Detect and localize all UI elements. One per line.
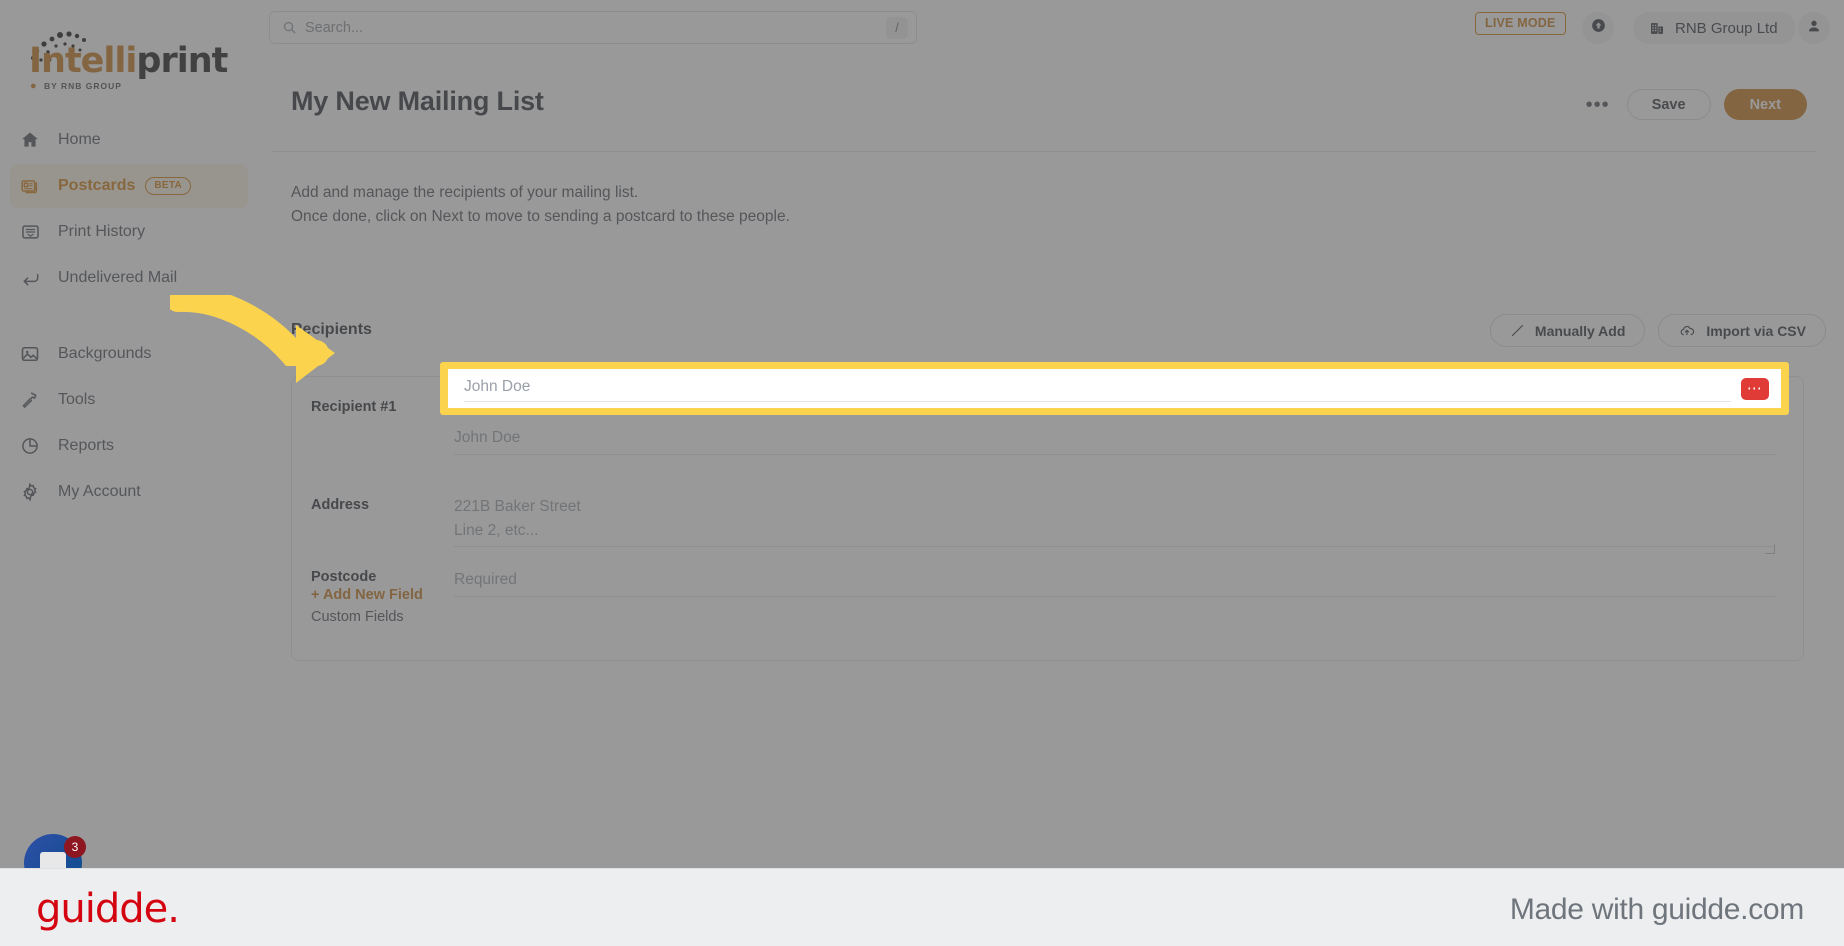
search-box[interactable]: /	[269, 11, 917, 44]
guidde-highlight-frame: ⋯	[440, 362, 1789, 415]
building-icon	[1649, 20, 1665, 37]
arrow-up-circle-icon	[1590, 17, 1607, 39]
recipient-card: Recipient #1 Address	[291, 376, 1804, 661]
sidebar-item-label: Postcards	[58, 177, 136, 194]
user-icon	[1806, 18, 1822, 39]
pencil-icon	[1510, 323, 1525, 338]
guidde-arrow-icon	[170, 295, 335, 383]
textarea-resize-handle[interactable]	[1765, 544, 1775, 554]
chat-icon	[40, 852, 66, 868]
logo-intelli-text: Intelli	[29, 41, 137, 81]
organization-name: RNB Group Ltd	[1675, 19, 1778, 37]
location-pin-icon: ●	[30, 80, 37, 92]
sidebar-item-my-account[interactable]: My Account	[10, 470, 248, 514]
user-avatar-button[interactable]	[1798, 12, 1830, 44]
recipient-postcode-input[interactable]	[454, 567, 1775, 597]
application-root: Intelliprint ● BY RNB GROUP Home Postcar…	[0, 0, 1844, 868]
top-bar: / LIVE MODE RNB Group Ltd	[258, 0, 1844, 56]
pie-chart-icon	[20, 436, 54, 456]
sidebar-item-label: Undelivered Mail	[58, 269, 178, 286]
guidde-logo: guidde.	[36, 886, 180, 932]
cloud-upload-icon	[1678, 323, 1696, 339]
sidebar-item-label: Tools	[58, 391, 96, 408]
sidebar-item-label: Backgrounds	[58, 345, 152, 362]
organization-selector[interactable]: RNB Group Ltd	[1633, 12, 1796, 44]
recipient-address-textarea[interactable]	[454, 495, 1775, 547]
sidebar: Intelliprint ● BY RNB GROUP Home Postcar…	[0, 0, 258, 868]
sidebar-item-undelivered-mail[interactable]: Undelivered Mail	[10, 256, 248, 300]
recipients-header: Recipients Manually Add Import via CSV	[291, 314, 1834, 355]
page-actions: ••• Save Next	[1582, 89, 1807, 120]
postcode-label: Postcode	[311, 569, 377, 585]
add-new-field-button[interactable]: + Add New Field	[311, 587, 423, 603]
made-with-guidde-text: Made with guidde.com	[1509, 893, 1804, 926]
next-button[interactable]: Next	[1723, 89, 1807, 120]
main-content: My New Mailing List ••• Save Next Add an…	[258, 56, 1844, 868]
gear-icon	[20, 482, 54, 502]
logo-wordmark: Intelliprint	[29, 41, 228, 81]
recipient-name-input-highlighted[interactable]	[464, 375, 1731, 402]
logo-subtitle: BY RNB GROUP	[44, 81, 122, 91]
page-header: My New Mailing List ••• Save Next	[271, 56, 1817, 152]
hammer-icon	[20, 390, 54, 410]
postcard-icon	[20, 176, 54, 196]
upgrade-button[interactable]	[1582, 12, 1614, 44]
guidde-footer: guidde. Made with guidde.com	[0, 868, 1844, 946]
manually-add-button[interactable]: Manually Add	[1489, 314, 1646, 347]
sidebar-item-postcards[interactable]: Postcards BETA	[10, 164, 248, 208]
search-input[interactable]	[305, 19, 886, 36]
chat-unread-badge: 3	[64, 836, 86, 858]
highlighted-name-field[interactable]: ⋯	[448, 369, 1781, 408]
live-mode-badge: LIVE MODE	[1475, 12, 1566, 35]
search-icon	[282, 20, 297, 35]
home-icon	[20, 130, 54, 150]
password-manager-icon[interactable]: ⋯	[1741, 377, 1769, 400]
recipient-name-input[interactable]	[454, 425, 1775, 455]
logo-print-text: print	[136, 41, 228, 81]
search-shortcut-badge: /	[886, 16, 908, 39]
archive-icon	[20, 222, 54, 242]
sidebar-item-reports[interactable]: Reports	[10, 424, 248, 468]
sidebar-item-label: Reports	[58, 437, 115, 454]
sidebar-item-label: My Account	[58, 483, 141, 500]
page-description: Add and manage the recipients of your ma…	[291, 181, 790, 229]
description-line-1: Add and manage the recipients of your ma…	[291, 184, 639, 201]
sidebar-item-label: Print History	[58, 223, 146, 240]
recipients-actions: Manually Add Import via CSV	[1489, 314, 1826, 347]
more-options-button[interactable]: •••	[1582, 95, 1614, 115]
custom-fields-label: Custom Fields	[311, 609, 404, 625]
address-label: Address	[311, 497, 370, 513]
save-button[interactable]: Save	[1626, 89, 1711, 120]
manually-add-label: Manually Add	[1534, 322, 1626, 339]
image-icon	[20, 344, 54, 364]
page-title: My New Mailing List	[291, 86, 544, 116]
import-csv-button[interactable]: Import via CSV	[1658, 314, 1826, 347]
return-arrow-icon	[20, 268, 54, 288]
intelliprint-logo[interactable]: Intelliprint ● BY RNB GROUP	[16, 30, 228, 92]
description-line-2: Once done, click on Next to move to send…	[291, 208, 790, 225]
sidebar-item-print-history[interactable]: Print History	[10, 210, 248, 254]
sidebar-item-home[interactable]: Home	[10, 118, 248, 162]
sidebar-item-label: Home	[58, 131, 101, 148]
import-csv-label: Import via CSV	[1706, 322, 1806, 339]
beta-badge: BETA	[145, 177, 192, 195]
